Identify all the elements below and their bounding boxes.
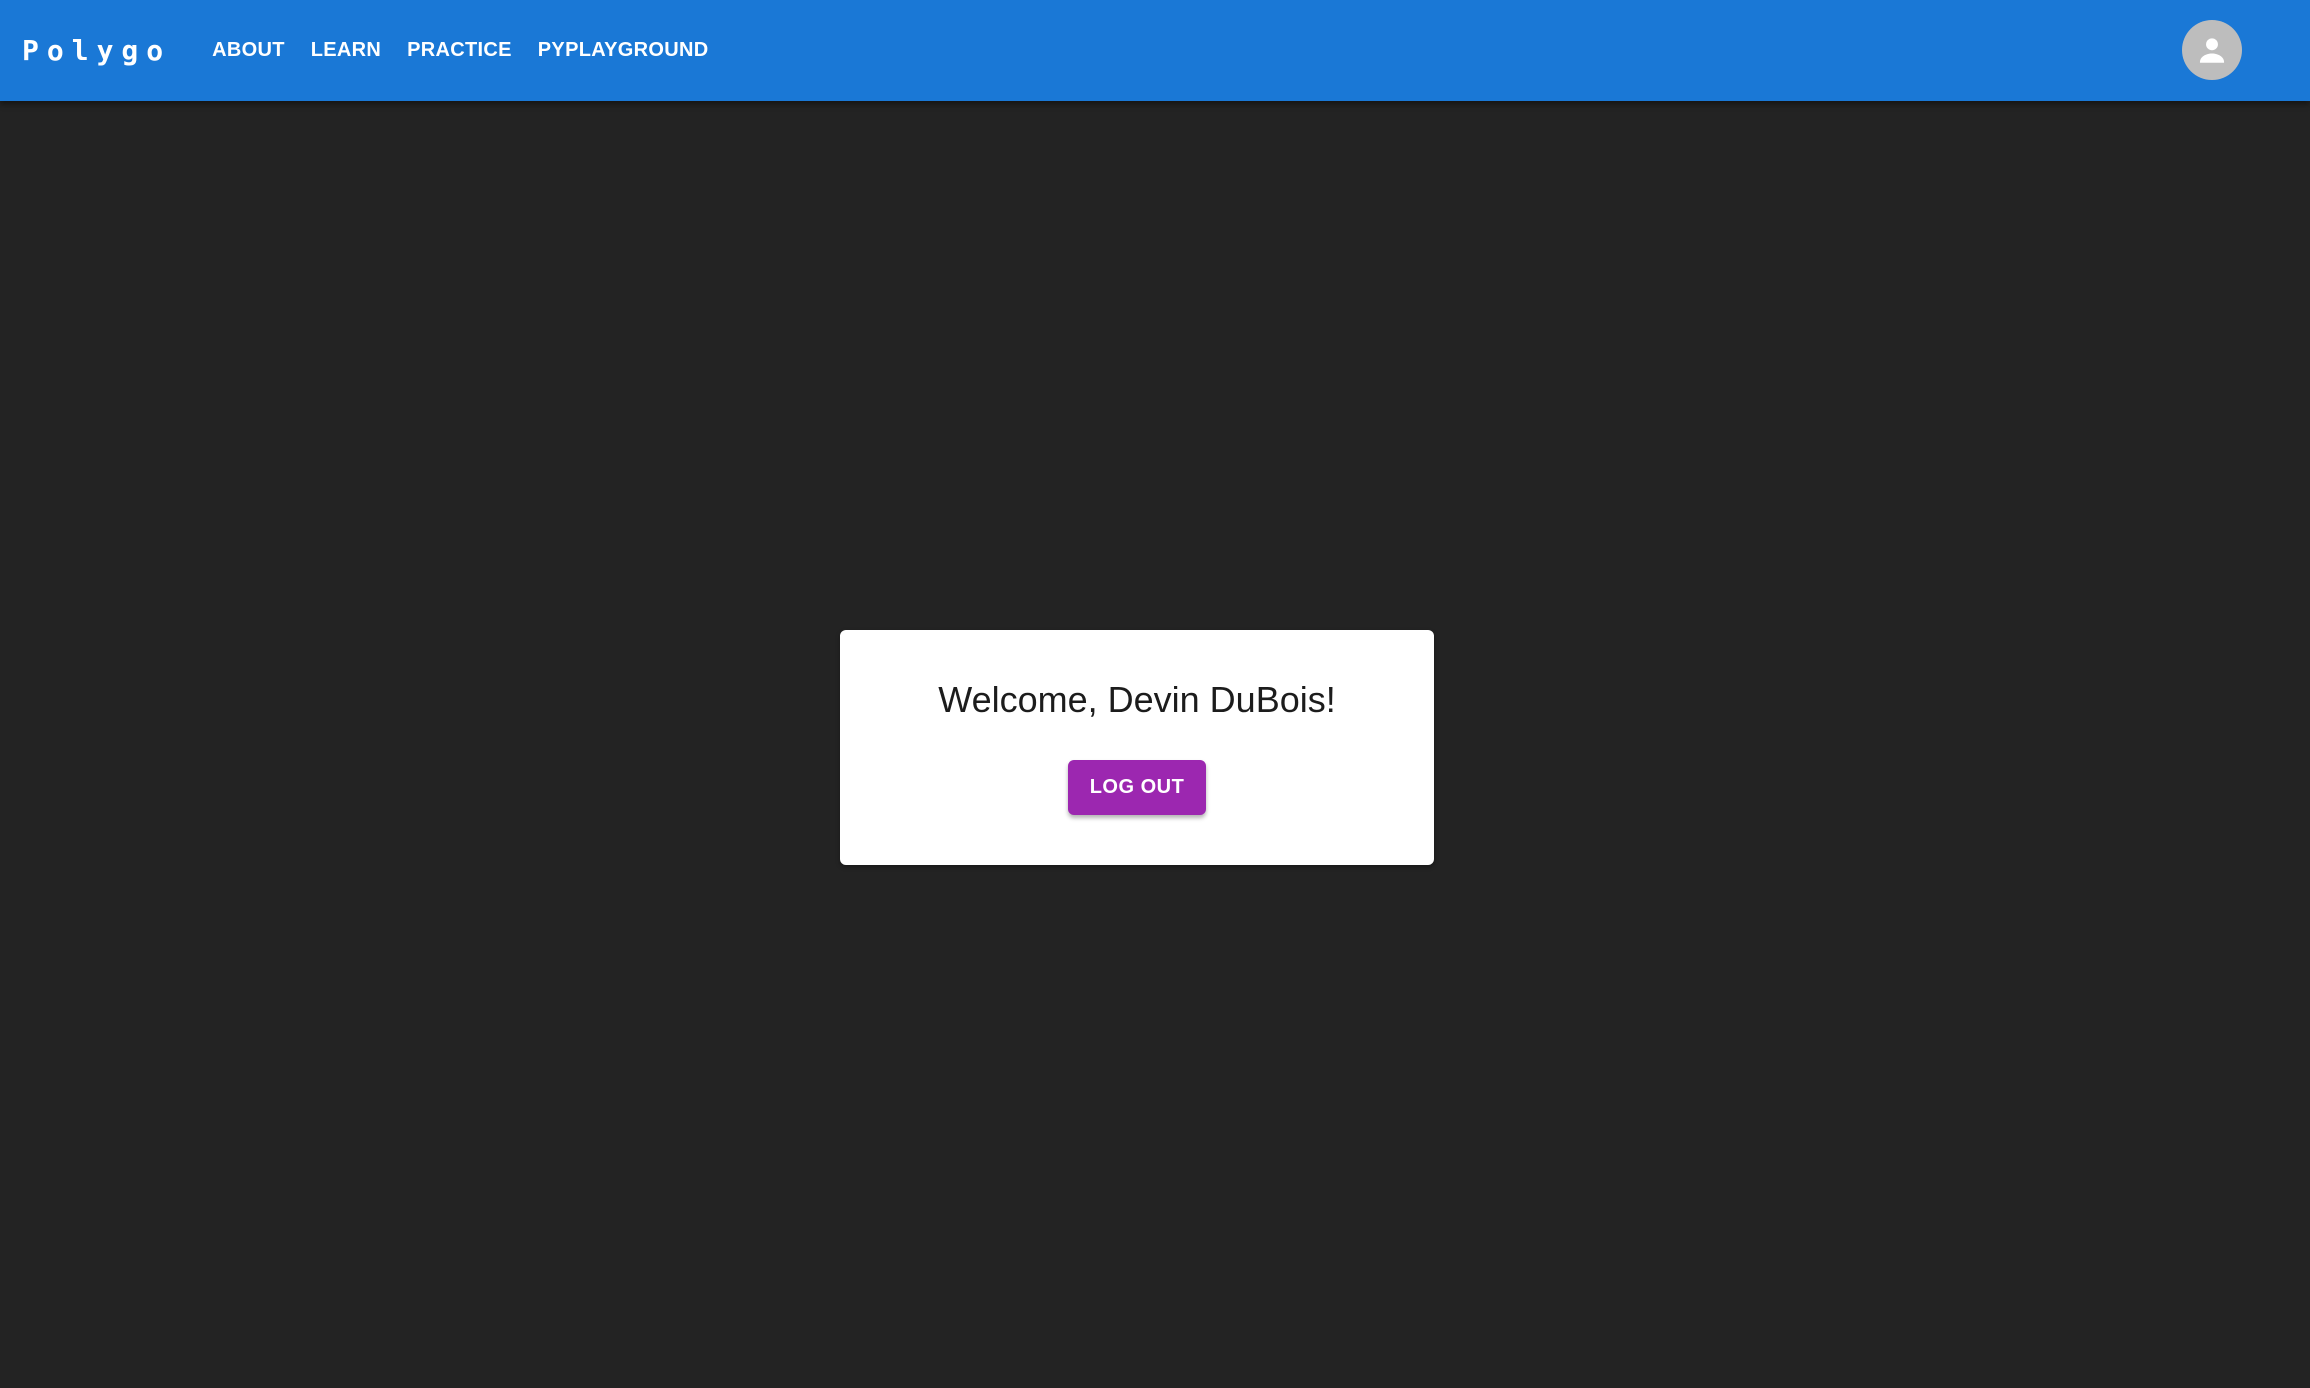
- welcome-message: Welcome, Devin DuBois!: [938, 679, 1336, 720]
- account-avatar-button[interactable]: [2182, 20, 2242, 80]
- nav-link-pyplayground[interactable]: PYPLAYGROUND: [525, 27, 722, 74]
- welcome-card: Welcome, Devin DuBois! LOG OUT: [840, 630, 1434, 865]
- nav-link-practice[interactable]: PRACTICE: [394, 27, 525, 74]
- account-icon: [2199, 38, 2225, 63]
- logout-button[interactable]: LOG OUT: [1068, 760, 1206, 815]
- nav-link-learn[interactable]: LEARN: [298, 27, 394, 74]
- nav-link-about[interactable]: ABOUT: [199, 27, 298, 74]
- main-nav: ABOUT LEARN PRACTICE PYPLAYGROUND: [199, 27, 721, 74]
- app-bar: Polygo ABOUT LEARN PRACTICE PYPLAYGROUND: [0, 0, 2310, 101]
- brand-logo[interactable]: Polygo: [22, 34, 171, 67]
